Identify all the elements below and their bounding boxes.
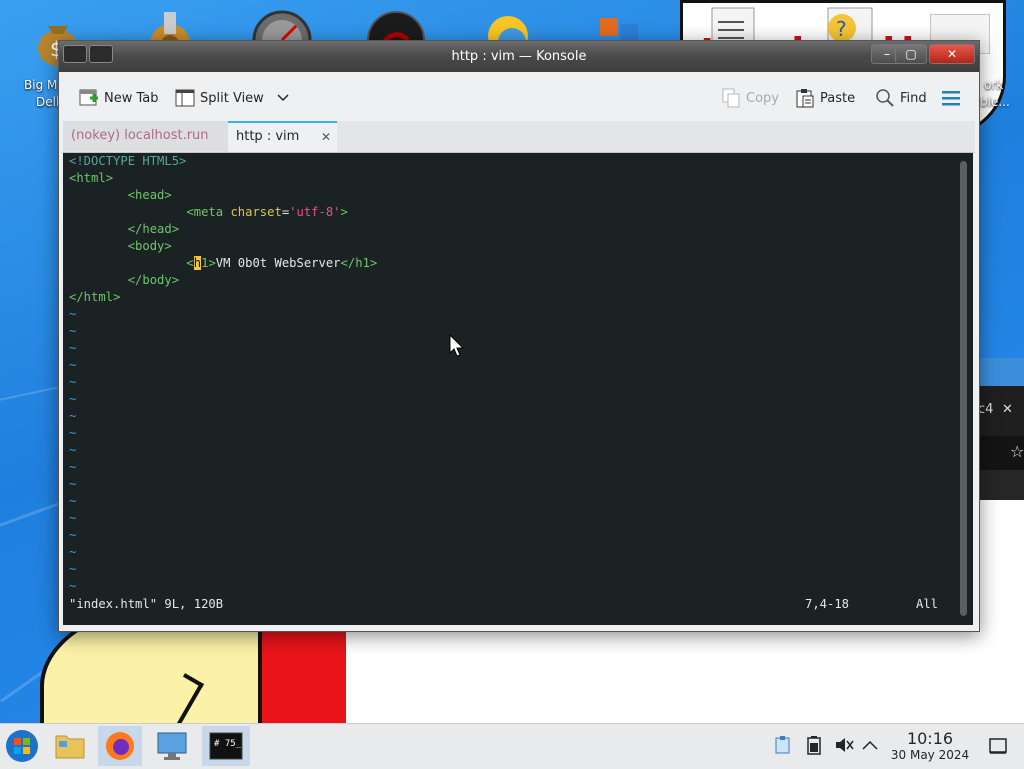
copy-label: Copy [746, 90, 779, 106]
firefox-icon [106, 732, 134, 760]
vim-status-scroll: All [916, 597, 939, 611]
vim-empty-line: ~ [69, 443, 77, 457]
terminal-view[interactable]: <!DOCTYPE HTML5> <html> <head> <meta cha… [63, 153, 973, 625]
tab-localhost-run[interactable]: (nokey) localhost.run [63, 121, 234, 151]
taskbar: # 75_ 10:16 30 May 2024 [0, 723, 1024, 769]
mouse-pointer-icon [449, 333, 465, 362]
vim-line: </html> [69, 290, 121, 304]
vim-line: </head> [127, 222, 180, 236]
vim-status-position: 7,4-18 [805, 597, 850, 611]
maximize-button[interactable]: ▢ [895, 44, 927, 64]
find-button[interactable]: Find [875, 87, 927, 109]
clock-date[interactable]: 30 May 2024 [880, 748, 980, 762]
vim-empty-line: ~ [69, 409, 77, 423]
monitor-icon [157, 732, 187, 760]
tab-http-vim[interactable]: http : vim ✕ [228, 121, 337, 152]
vim-empty-line: ~ [69, 460, 77, 474]
clock-time[interactable]: 10:16 [890, 729, 970, 748]
vim-empty-line: ~ [69, 494, 77, 508]
close-icon[interactable]: ✕ [1002, 402, 1013, 417]
tab-label: (nokey) localhost.run [71, 128, 209, 143]
file-manager-button[interactable] [48, 726, 92, 766]
vim-line: <!DOCTYPE HTML5> [69, 154, 187, 168]
vim-empty-line: ~ [69, 341, 77, 355]
new-tab-label: New Tab [104, 90, 159, 106]
terminal-icon: # 75_ [209, 732, 243, 760]
background-window-row: ☆ [978, 436, 1024, 470]
vim-empty-line: ~ [69, 375, 77, 389]
clipboard-tray-icon[interactable] [774, 735, 792, 759]
paste-label: Paste [820, 90, 856, 106]
tab-bar: (nokey) localhost.run http : vim ✕ [63, 121, 975, 153]
vim-empty-line: ~ [69, 477, 77, 491]
find-label: Find [900, 90, 927, 106]
tab-label: http : vim [236, 129, 300, 144]
vim-line: <body> [127, 239, 172, 253]
vim-line: <meta charset='utf-8'> [186, 205, 348, 219]
terminal-scrollbar[interactable] [960, 161, 967, 616]
vim-empty-line: ~ [69, 545, 77, 559]
system-settings-button[interactable] [150, 726, 194, 766]
star-icon[interactable]: ☆ [1010, 442, 1024, 461]
windows-logo-icon [6, 730, 38, 762]
vim-line: <html> [69, 171, 114, 185]
svg-text:?: ? [836, 17, 847, 41]
vim-empty-line: ~ [69, 392, 77, 406]
vim-empty-line: ~ [69, 324, 77, 338]
background-window-tab[interactable]: c4 ✕ [978, 386, 1024, 436]
new-tab-button[interactable]: New Tab [79, 87, 159, 109]
vim-line: <head> [127, 188, 172, 202]
vim-empty-line: ~ [69, 307, 77, 321]
konsole-taskbar-button[interactable]: # 75_ [202, 726, 250, 766]
close-tab-icon[interactable]: ✕ [321, 123, 331, 151]
paste-button[interactable]: Paste [795, 87, 855, 109]
window-title: http : vim — Konsole [451, 49, 587, 64]
vim-empty-line: ~ [69, 579, 77, 593]
desktop-icon-label: ork [984, 78, 1004, 92]
background-window[interactable]: c4 ✕ ☆ [978, 358, 1024, 500]
konsole-window[interactable]: http : vim — Konsole – ▢ ✕ New Tab Split… [58, 40, 980, 632]
vim-line: <h1>VM 0b0t WebServer</h1> [186, 256, 378, 270]
svg-text:# 75_: # 75_ [214, 739, 242, 749]
vim-empty-line: ~ [69, 426, 77, 440]
vim-status-file: "index.html" 9L, 120B [69, 597, 224, 611]
start-menu-button[interactable] [0, 726, 44, 766]
new-tab-icon [79, 88, 99, 108]
vim-empty-line: ~ [69, 511, 77, 525]
desktop-icon-label: ble... [980, 95, 1010, 109]
background-window-titlebar[interactable] [978, 358, 1024, 386]
firefox-button[interactable] [98, 726, 142, 766]
copy-icon [721, 88, 741, 108]
chevron-down-icon[interactable] [277, 91, 289, 106]
vim-empty-line: ~ [69, 358, 77, 372]
background-window-row [978, 470, 1024, 500]
vim-line: </body> [127, 273, 180, 287]
volume-muted-icon[interactable] [834, 735, 854, 759]
split-view-label: Split View [200, 90, 264, 106]
vim-empty-line: ~ [69, 562, 77, 576]
copy-button[interactable]: Copy [721, 87, 779, 109]
hamburger-menu-button[interactable] [941, 87, 961, 109]
battery-tray-icon[interactable] [805, 735, 823, 759]
split-view-icon [175, 88, 195, 108]
background-window-tab-label: c4 [978, 402, 994, 417]
paste-icon [795, 88, 815, 108]
toolbar: New Tab Split View Copy Paste Find [63, 73, 975, 121]
desktop-icon-label: Dell [36, 95, 60, 109]
folder-icon [55, 735, 85, 759]
chevron-up-icon[interactable] [862, 738, 878, 754]
search-icon [875, 88, 895, 108]
split-view-button[interactable]: Split View [175, 87, 289, 109]
vim-empty-line: ~ [69, 528, 77, 542]
close-button[interactable]: ✕ [929, 44, 975, 64]
hamburger-menu-icon [941, 88, 961, 108]
window-titlebar[interactable]: http : vim — Konsole – ▢ ✕ [59, 41, 979, 72]
vim-buffer[interactable]: <!DOCTYPE HTML5> <html> <head> <meta cha… [69, 153, 377, 595]
show-desktop-icon[interactable] [988, 736, 1008, 760]
desktop-icon-label: Big M [24, 78, 58, 92]
